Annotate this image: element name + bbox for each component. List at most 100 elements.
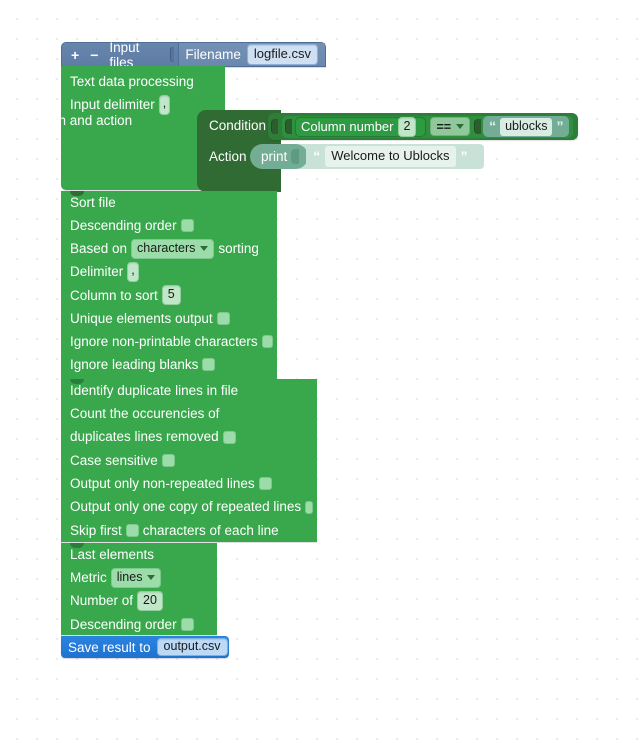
duplicates-count-row: Count the occurencies of xyxy=(61,402,317,425)
sort-ignore-nonprintable-checkbox[interactable] xyxy=(261,335,273,349)
print-string-block[interactable]: “ Welcome to Ublocks ” xyxy=(306,144,475,169)
chevron-down-icon xyxy=(456,124,465,129)
duplicates-case-sensitive-label: Case sensitive xyxy=(70,452,158,468)
sort-unique-elements-label: Unique elements output xyxy=(70,310,213,326)
last-elements-block[interactable]: Last elements Metric lines Number of 20 … xyxy=(61,543,217,635)
condition-label: Condition xyxy=(209,118,267,133)
last-elements-number-row[interactable]: Number of 20 xyxy=(61,590,217,613)
input-files-socket xyxy=(169,47,175,62)
sort-ignore-leading-blanks-row[interactable]: Ignore leading blanks xyxy=(61,353,277,376)
save-result-label: Save result to xyxy=(68,639,151,655)
input-files-header[interactable]: + − Input files Filename logfile.csv xyxy=(61,39,326,70)
save-result-filename-input[interactable]: output.csv xyxy=(156,637,228,657)
sort-ignore-nonprintable-label: Ignore non-printable characters xyxy=(70,333,258,349)
sort-file-title-row: Sort file xyxy=(61,191,277,214)
blocks-canvas[interactable]: + − Input files Filename logfile.csv Tex… xyxy=(0,0,638,742)
text-data-processing-title: Text data processing xyxy=(70,73,194,89)
condition-expression[interactable]: Column number 2 == “ ublocks ” xyxy=(268,113,579,140)
identify-duplicates-block[interactable]: Identify duplicate lines in file Count t… xyxy=(61,379,317,542)
sort-based-on-row[interactable]: Based on characters sorting xyxy=(61,237,277,260)
last-elements-number-label: Number of xyxy=(70,593,134,609)
print-quote-open-icon: “ xyxy=(313,147,321,164)
condition-comparison-block[interactable]: Column number 2 == “ ublocks ” xyxy=(282,115,574,138)
duplicates-non-repeated-label: Output only non-repeated lines xyxy=(70,476,255,492)
last-elements-title: Last elements xyxy=(70,546,155,562)
duplicates-removed-label: duplicates lines removed xyxy=(70,429,219,445)
string-plug-icon xyxy=(474,119,482,134)
sort-based-on-value: characters xyxy=(137,240,196,255)
filename-input[interactable]: logfile.csv xyxy=(246,43,318,66)
sort-column-label: Column to sort xyxy=(70,287,158,303)
duplicates-case-sensitive-row[interactable]: Case sensitive xyxy=(61,449,317,472)
sort-column-input[interactable]: 5 xyxy=(161,285,181,306)
sort-file-title: Sort file xyxy=(70,194,116,210)
print-plug-icon xyxy=(291,149,300,164)
sort-descending-order-label: Descending order xyxy=(70,218,177,234)
duplicates-case-sensitive-checkbox[interactable] xyxy=(161,454,175,468)
duplicates-title: Identify duplicate lines in file xyxy=(70,382,239,398)
print-command-label: print xyxy=(261,149,288,164)
comparison-plug-icon xyxy=(285,119,292,134)
sort-file-block[interactable]: Sort file Descending order Based on char… xyxy=(61,191,277,381)
filename-label: Filename xyxy=(185,47,241,62)
sort-descending-order-row[interactable]: Descending order xyxy=(61,214,277,237)
sort-delimiter-row[interactable]: Delimiter , xyxy=(61,261,277,284)
duplicates-skip-first-row[interactable]: Skip first characters of each line xyxy=(61,519,317,542)
last-elements-title-row: Last elements xyxy=(61,543,217,566)
condition-and-action-label: Condition and action xyxy=(9,113,133,128)
print-quote-close-icon: ” xyxy=(460,147,468,164)
column-number-reporter[interactable]: Column number 2 xyxy=(295,116,427,137)
last-elements-descending-checkbox[interactable] xyxy=(180,618,194,632)
comparison-operator-value: == xyxy=(436,119,452,134)
duplicates-count-label: Count the occurencies of xyxy=(70,406,220,422)
duplicates-one-copy-row[interactable]: Output only one copy of repeated lines xyxy=(61,495,317,518)
duplicates-removed-checkbox[interactable] xyxy=(222,430,236,444)
add-input-file-button[interactable]: + xyxy=(71,48,79,62)
last-elements-metric-value: lines xyxy=(116,569,143,584)
duplicates-non-repeated-checkbox[interactable] xyxy=(258,477,272,491)
sort-delimiter-label: Delimiter xyxy=(70,264,124,280)
last-elements-number-input[interactable]: 20 xyxy=(137,591,163,612)
sort-based-on-dropdown[interactable]: characters xyxy=(131,238,215,259)
condition-string-input[interactable]: ublocks xyxy=(500,117,553,136)
filename-slot[interactable]: Filename logfile.csv xyxy=(178,43,325,66)
last-elements-metric-label: Metric xyxy=(70,570,107,586)
input-files-title: Input files xyxy=(109,39,140,70)
sort-based-on-prefix: Based on xyxy=(70,241,128,257)
input-delimiter-label: Input delimiter xyxy=(70,96,155,112)
last-elements-metric-row[interactable]: Metric lines xyxy=(61,566,217,589)
condition-plug-icon xyxy=(271,119,278,134)
print-string-input[interactable]: Welcome to Ublocks xyxy=(325,146,456,167)
column-number-input[interactable]: 2 xyxy=(397,116,417,137)
save-result-block[interactable]: Save result to output.csv xyxy=(61,636,229,658)
text-data-processing-title-row: Text data processing xyxy=(61,66,225,93)
sort-unique-elements-checkbox[interactable] xyxy=(216,312,230,326)
last-elements-descending-row[interactable]: Descending order xyxy=(61,613,217,636)
sort-unique-elements-row[interactable]: Unique elements output xyxy=(61,307,277,330)
quote-close-icon: ” xyxy=(556,117,564,134)
duplicates-one-copy-checkbox[interactable] xyxy=(305,500,313,514)
last-elements-metric-dropdown[interactable]: lines xyxy=(110,567,162,588)
duplicates-skip-first-suffix: characters of each line xyxy=(142,522,279,538)
comparison-operator-dropdown[interactable]: == xyxy=(430,117,471,136)
sort-descending-order-checkbox[interactable] xyxy=(180,219,194,233)
duplicates-skip-first-prefix: Skip first xyxy=(70,522,122,538)
duplicates-one-copy-label: Output only one copy of repeated lines xyxy=(70,499,302,515)
last-elements-descending-label: Descending order xyxy=(70,616,177,632)
chevron-down-icon xyxy=(147,574,156,580)
action-label: Action xyxy=(209,149,247,164)
sort-ignore-nonprintable-row[interactable]: Ignore non-printable characters xyxy=(61,330,277,353)
quote-open-icon: “ xyxy=(489,117,497,134)
duplicates-skip-first-input[interactable] xyxy=(125,523,139,537)
sort-delimiter-input[interactable]: , xyxy=(127,262,139,283)
duplicates-non-repeated-row[interactable]: Output only non-repeated lines xyxy=(61,472,317,495)
print-command-block[interactable]: print xyxy=(250,144,309,169)
action-statement[interactable]: print “ Welcome to Ublocks ” xyxy=(250,144,475,169)
remove-input-file-button[interactable]: − xyxy=(90,48,98,62)
condition-string-block[interactable]: “ ublocks ” xyxy=(483,116,570,137)
duplicates-removed-row[interactable]: duplicates lines removed xyxy=(61,426,317,449)
sort-column-row[interactable]: Column to sort 5 xyxy=(61,284,277,307)
sort-ignore-leading-blanks-checkbox[interactable] xyxy=(202,358,216,372)
sort-ignore-leading-blanks-label: Ignore leading blanks xyxy=(70,357,199,373)
input-delimiter-input[interactable]: , xyxy=(158,94,171,115)
